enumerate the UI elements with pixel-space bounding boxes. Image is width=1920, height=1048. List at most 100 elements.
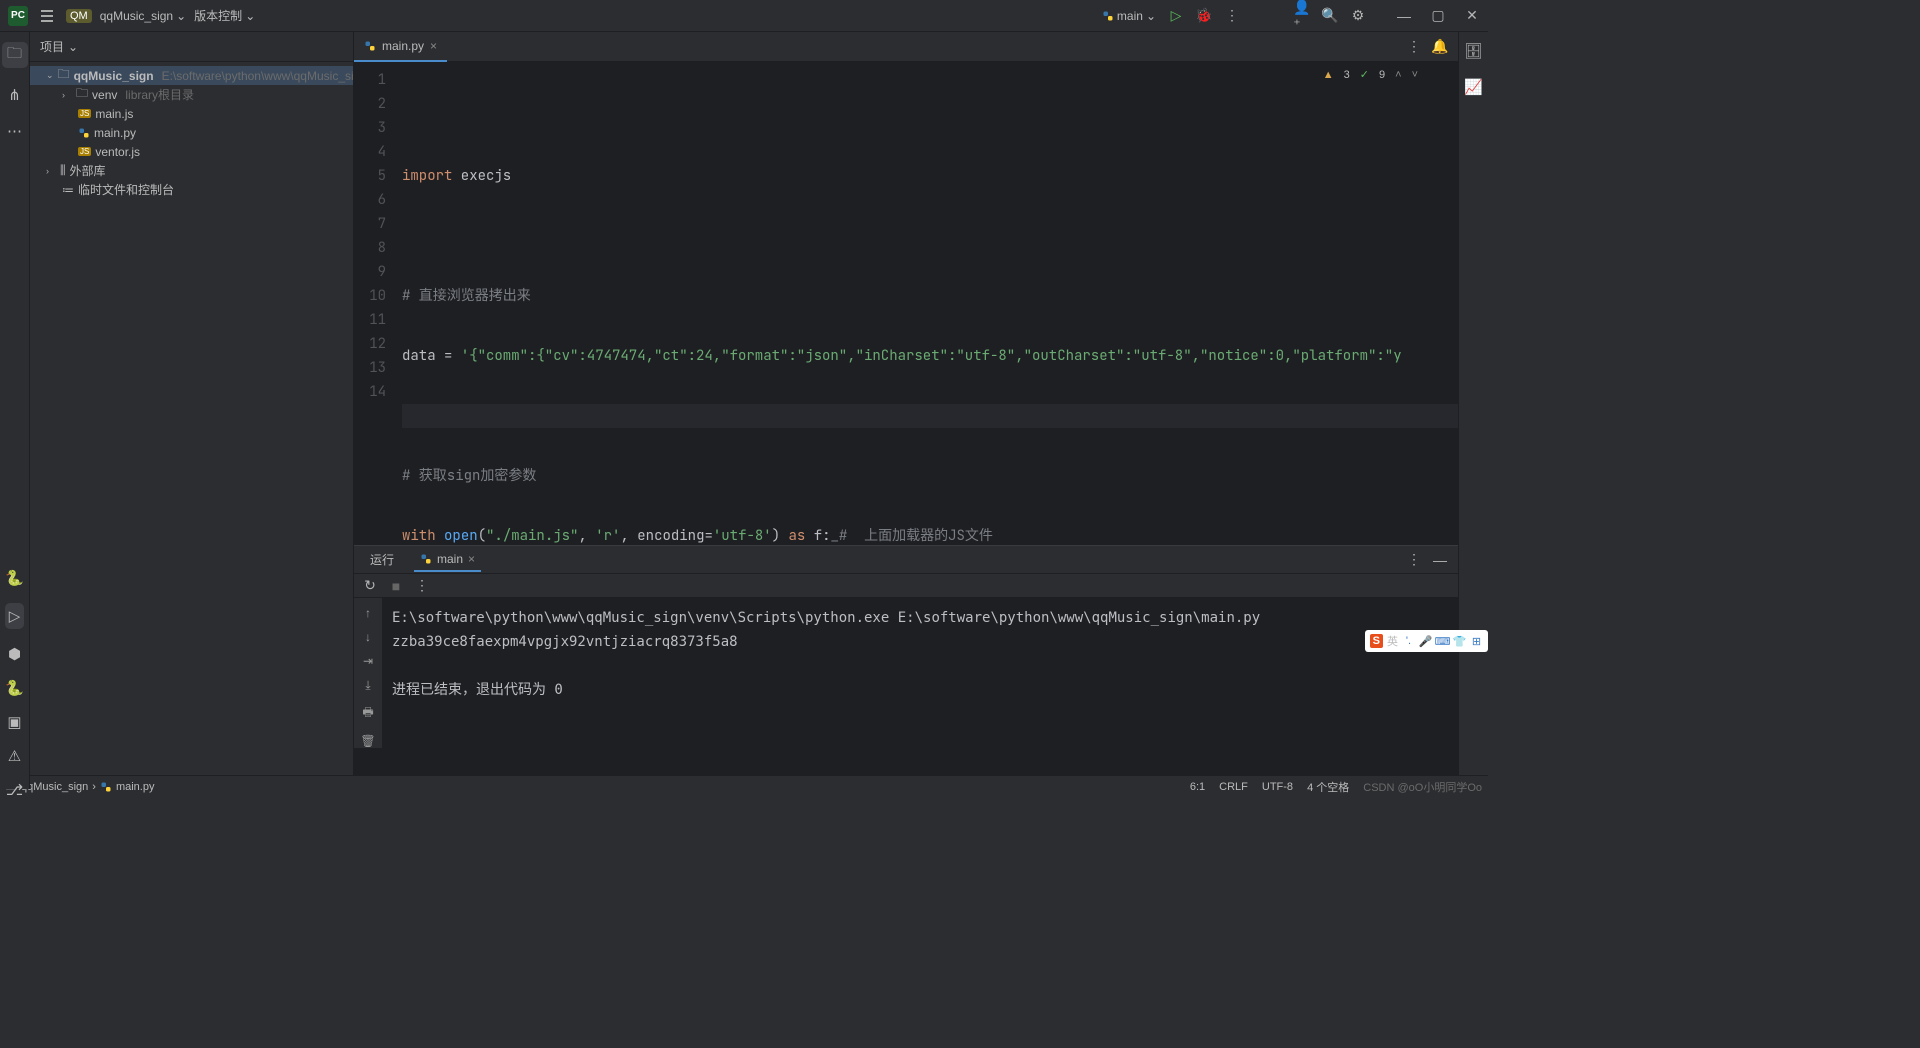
tree-file-mainjs[interactable]: JS main.js xyxy=(30,104,353,123)
python-file-icon xyxy=(100,781,112,793)
minimize-icon[interactable]: — xyxy=(1396,8,1412,24)
indent-setting[interactable]: 4 个空格 xyxy=(1307,779,1349,795)
tree-item-label: main.py xyxy=(94,126,136,140)
ime-toolbox-icon[interactable]: ⊞ xyxy=(1470,635,1483,648)
project-dropdown[interactable]: qqMusic_sign xyxy=(100,9,186,23)
crumb-file[interactable]: main.py xyxy=(116,781,155,793)
up-icon[interactable]: ↑ xyxy=(365,606,371,620)
ime-skin-icon[interactable]: 👕 xyxy=(1453,635,1466,648)
project-tool-icon[interactable]: 🗀 xyxy=(2,42,28,68)
run-icon[interactable]: ▷ xyxy=(1168,8,1184,24)
ime-toolbar[interactable]: S 英 '. 🎤 ⌨ 👕 ⊞ xyxy=(1365,630,1488,652)
tree-external-libs[interactable]: › ⫼ 外部库 xyxy=(30,161,353,180)
crumb-sep: › xyxy=(92,781,96,793)
code-content[interactable]: import execjs # 直接浏览器拷出来 data = '{"comm"… xyxy=(402,62,1458,545)
run-tab-label[interactable]: 运行 xyxy=(364,547,400,572)
line-number: 1 xyxy=(354,68,402,92)
run-tab-main[interactable]: main × xyxy=(414,548,481,572)
ime-keyboard-icon[interactable]: ⌨ xyxy=(1436,635,1449,648)
caret-position[interactable]: 6:1 xyxy=(1190,781,1205,793)
code-editor[interactable]: 1 2 3 4 5 6 7 8 9 10 11 12 13 14 import … xyxy=(354,62,1458,545)
run-config-name: main xyxy=(1117,9,1143,23)
panel-hide-icon[interactable]: — xyxy=(1432,552,1448,568)
gutter: 1 2 3 4 5 6 7 8 9 10 11 12 13 14 xyxy=(354,62,402,545)
scratch-icon: ≔ xyxy=(62,183,74,197)
rerun-icon[interactable]: ↻ xyxy=(362,578,378,594)
scroll-end-icon[interactable]: ⤓ xyxy=(365,678,370,693)
crumb-root[interactable]: qqMusic_sign xyxy=(21,781,88,793)
run-output[interactable]: E:\software\python\www\qqMusic_sign\venv… xyxy=(382,598,1458,748)
tree-root[interactable]: ⌄ 🗀 qqMusic_sign E:\software\python\www\… xyxy=(30,66,353,85)
folder-icon: 🗀 xyxy=(58,65,70,86)
nav-down-icon[interactable]: ˅ xyxy=(1412,69,1418,81)
tab-close-icon[interactable]: × xyxy=(430,39,437,53)
tree-file-ventorjs[interactable]: JS ventor.js xyxy=(30,142,353,161)
tree-venv[interactable]: › 🗀 venv library根目录 xyxy=(30,85,353,104)
line-number: 5 xyxy=(354,164,402,188)
tree-file-mainpy[interactable]: main.py xyxy=(30,123,353,142)
tree-item-label: ventor.js xyxy=(95,145,140,159)
print-icon[interactable]: 🖶 xyxy=(362,703,373,724)
python-file-icon xyxy=(420,553,432,565)
more-icon[interactable]: ⋮ xyxy=(1224,8,1240,24)
warning-count: 3 xyxy=(1344,69,1350,81)
titlebar: PC QM qqMusic_sign 版本控制 main ▷ 🐞 ⋮ 👤⁺ 🔍 … xyxy=(0,0,1488,32)
more-tools-icon[interactable]: ⋯ xyxy=(7,122,22,140)
vcs-dropdown[interactable]: 版本控制 xyxy=(194,7,255,24)
git-icon[interactable]: ⎇ xyxy=(6,781,23,799)
panel-more-icon[interactable]: ⋮ xyxy=(1406,552,1422,568)
settings-icon[interactable]: ⚙ xyxy=(1350,8,1366,24)
typo-icon: ✓ xyxy=(1360,68,1369,81)
run-side-toolbar: ↑ ↓ ⇥ ⤓ 🖶 🗑 xyxy=(354,598,382,748)
tab-more-icon[interactable]: ⋮ xyxy=(1406,39,1422,55)
statusbar: 🗀 qqMusic_sign › main.py 6:1 CRLF UTF-8 … xyxy=(0,775,1488,798)
main-menu-icon[interactable] xyxy=(36,5,58,27)
run-tool-icon[interactable]: ▷ xyxy=(5,603,25,629)
run-config-dropdown[interactable]: main xyxy=(1102,9,1156,23)
typo-count: 9 xyxy=(1379,69,1385,81)
services-icon[interactable]: ⬢ xyxy=(8,645,21,663)
line-number: 12 xyxy=(354,332,402,356)
line-number: 13 xyxy=(354,356,402,380)
expand-arrow-icon[interactable]: ⌄ xyxy=(46,70,54,81)
close-icon[interactable]: ✕ xyxy=(1464,8,1480,24)
maximize-icon[interactable]: ▢ xyxy=(1430,8,1446,24)
line-number: 8 xyxy=(354,236,402,260)
tab-close-icon[interactable]: × xyxy=(468,552,475,566)
line-separator[interactable]: CRLF xyxy=(1219,781,1248,793)
line-number: 3 xyxy=(354,116,402,140)
softwrap-icon[interactable]: ⇥ xyxy=(363,654,373,668)
line-number: 2 xyxy=(354,92,402,116)
notifications-icon[interactable]: 🔔 xyxy=(1432,39,1448,55)
delete-icon[interactable]: 🗑 xyxy=(360,734,375,748)
python-file-icon xyxy=(364,40,376,52)
ime-punct-icon[interactable]: '. xyxy=(1402,635,1415,648)
search-icon[interactable]: 🔍 xyxy=(1322,8,1338,24)
line-number: 14 xyxy=(354,380,402,404)
structure-icon[interactable]: ⋔ xyxy=(8,86,21,104)
code-with-me-icon[interactable]: 👤⁺ xyxy=(1294,8,1310,24)
problems-icon[interactable]: ⚠ xyxy=(8,747,21,765)
file-encoding[interactable]: UTF-8 xyxy=(1262,781,1293,793)
sciview-icon[interactable]: 📈 xyxy=(1464,78,1483,96)
tree-scratches[interactable]: ≔ 临时文件和控制台 xyxy=(30,180,353,199)
ime-mic-icon[interactable]: 🎤 xyxy=(1419,635,1432,648)
python-packages-icon[interactable]: 🐍 xyxy=(5,569,24,587)
nav-up-icon[interactable]: ˄ xyxy=(1395,69,1401,81)
ime-lang[interactable]: 英 xyxy=(1387,633,1398,649)
expand-arrow-icon[interactable]: › xyxy=(62,90,72,100)
project-pane-header[interactable]: 项目 xyxy=(30,32,353,62)
tree-root-path: E:\software\python\www\qqMusic_sign xyxy=(162,69,367,83)
down-icon[interactable]: ↓ xyxy=(365,630,371,644)
database-icon[interactable]: 🗄 xyxy=(1464,42,1483,60)
tab-mainpy[interactable]: main.py × xyxy=(354,32,447,62)
inspection-widget[interactable]: ▲3 ✓9 ˄ ˅ xyxy=(1323,68,1418,81)
expand-arrow-icon[interactable]: › xyxy=(46,166,56,176)
stop-icon[interactable]: ■ xyxy=(388,578,404,594)
run-toolbar-more-icon[interactable]: ⋮ xyxy=(414,578,430,594)
project-tree: ⌄ 🗀 qqMusic_sign E:\software\python\www\… xyxy=(30,62,353,203)
debug-icon[interactable]: 🐞 xyxy=(1196,8,1212,24)
python-console-icon[interactable]: 🐍 xyxy=(5,679,24,697)
project-name: qqMusic_sign xyxy=(100,9,173,23)
terminal-icon[interactable]: ▣ xyxy=(7,713,21,731)
